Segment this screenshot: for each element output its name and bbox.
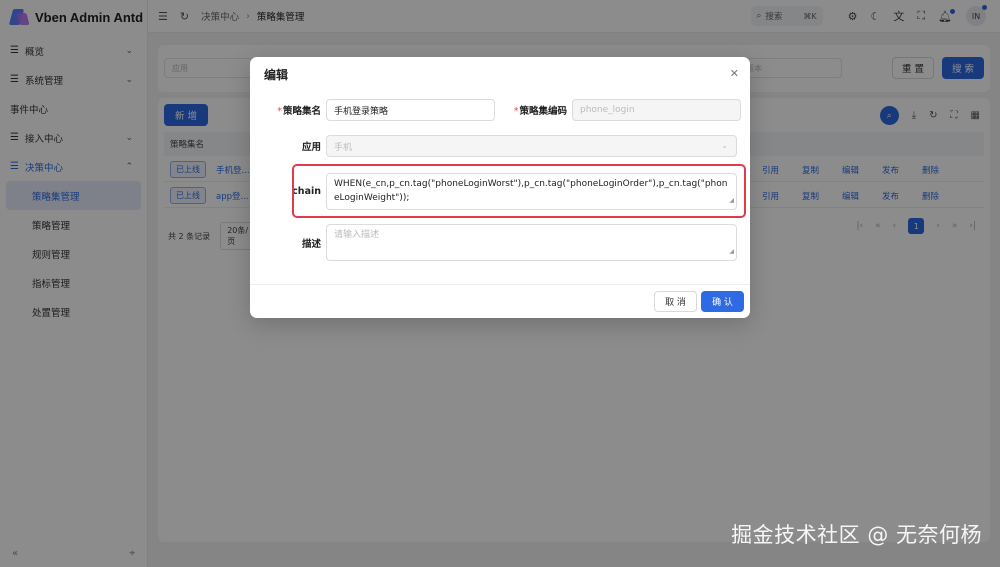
field-name-label: *策略集名 bbox=[250, 103, 326, 117]
name-input[interactable]: 手机登录策略 bbox=[326, 99, 495, 121]
field-code-row: *策略集编码 phone_login bbox=[496, 99, 741, 121]
field-desc-row: 描述 请输入描述 ◢ bbox=[250, 224, 737, 261]
required-mark: * bbox=[513, 106, 519, 117]
field-code-label: *策略集编码 bbox=[496, 103, 572, 117]
cancel-button[interactable]: 取 消 bbox=[654, 291, 697, 312]
field-app-label: 应用 bbox=[301, 142, 321, 153]
code-input: phone_login bbox=[572, 99, 741, 121]
field-desc-label: 描述 bbox=[301, 238, 321, 250]
field-name-row: *策略集名 手机登录策略 bbox=[250, 99, 495, 121]
chain-highlight-box bbox=[292, 164, 746, 218]
resize-handle-icon[interactable]: ◢ bbox=[729, 245, 734, 259]
label-text: 策略集名 bbox=[282, 106, 321, 117]
field-app-row: 应用 手机 ⌄ bbox=[250, 135, 737, 157]
modal-footer: 取 消 确 认 bbox=[250, 284, 750, 318]
chevron-down-icon: ⌄ bbox=[721, 141, 728, 150]
watermark: 掘金技术社区 @ 无奈何杨 bbox=[731, 523, 982, 547]
close-icon[interactable]: ✕ bbox=[730, 67, 739, 80]
required-mark: * bbox=[277, 106, 282, 117]
label-text: 策略集编码 bbox=[519, 106, 567, 117]
modal-title: 编辑 bbox=[264, 67, 289, 82]
desc-placeholder: 请输入描述 bbox=[334, 230, 380, 240]
confirm-button[interactable]: 确 认 bbox=[701, 291, 744, 312]
app-select-value: 手机 bbox=[334, 142, 353, 153]
desc-textarea[interactable]: 请输入描述 ◢ bbox=[326, 224, 737, 261]
app-select: 手机 ⌄ bbox=[326, 135, 737, 157]
